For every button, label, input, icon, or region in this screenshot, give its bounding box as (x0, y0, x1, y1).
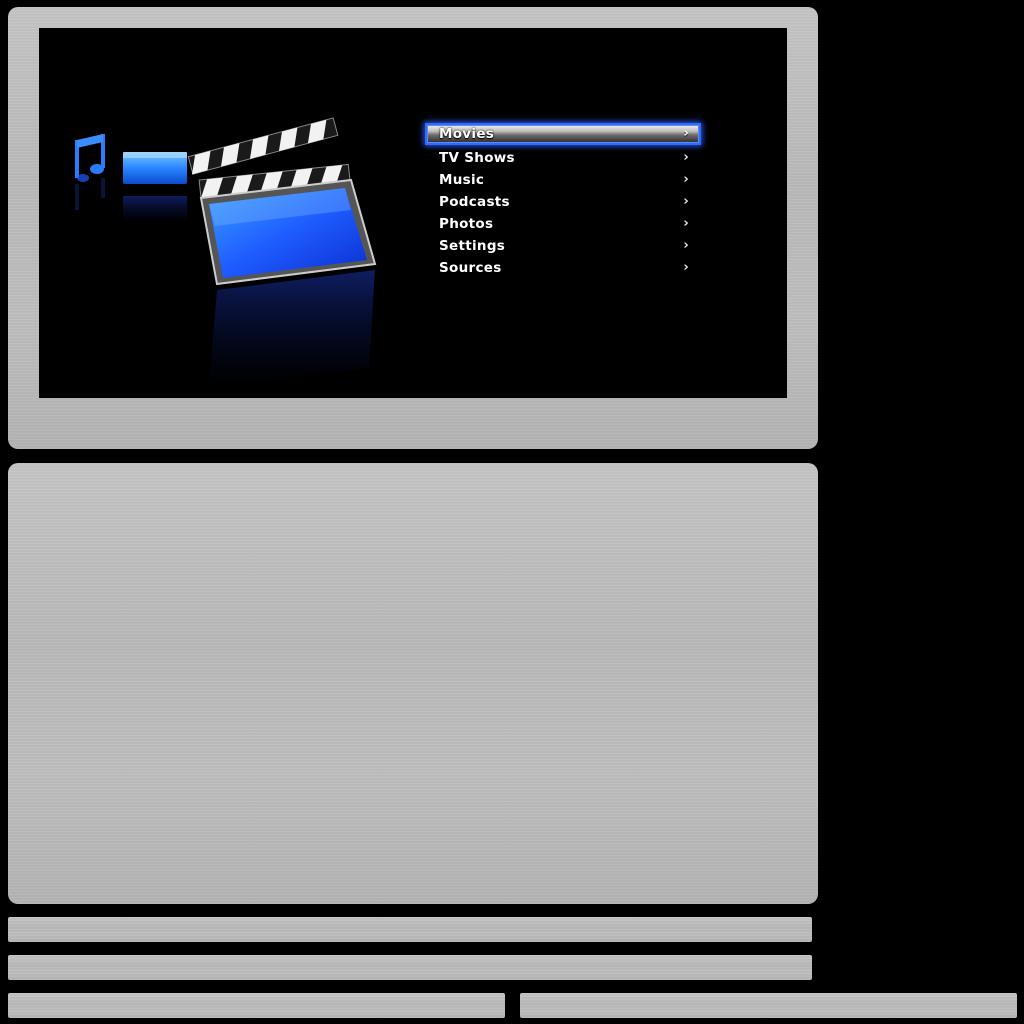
menu-item-label: Settings (439, 238, 506, 254)
menu-item-label: TV Shows (439, 150, 515, 166)
chevron-right-icon: › (683, 216, 689, 231)
menu-item-settings[interactable]: Settings › (425, 235, 701, 257)
menu-item-label: Music (439, 172, 485, 188)
music-note-icon (75, 134, 105, 210)
menu-item-sources[interactable]: Sources › (425, 257, 701, 279)
menu-item-photos[interactable]: Photos › (425, 213, 701, 235)
menu-item-tv-shows[interactable]: TV Shows › (425, 147, 701, 169)
chevron-right-icon: › (683, 126, 689, 141)
tv-screen-icon (123, 152, 187, 222)
tv-screen: Movies › TV Shows › Music › Podcasts › P… (39, 28, 787, 398)
chevron-right-icon: › (683, 172, 689, 187)
menu-item-music[interactable]: Music › (425, 169, 701, 191)
menu-item-podcasts[interactable]: Podcasts › (425, 191, 701, 213)
bottom-panel (8, 463, 818, 904)
menu-item-label: Sources (439, 260, 502, 276)
bar-strip-2 (8, 955, 812, 980)
chevron-right-icon: › (683, 260, 689, 275)
menu-item-label: Podcasts (439, 194, 510, 210)
main-menu: Movies › TV Shows › Music › Podcasts › P… (425, 123, 701, 279)
menu-item-movies[interactable]: Movies › (425, 123, 701, 145)
clapperboard-icon (187, 117, 377, 388)
chevron-right-icon: › (683, 150, 689, 165)
bar-strip-4 (520, 993, 1017, 1018)
chevron-right-icon: › (683, 238, 689, 253)
menu-item-label: Photos (439, 216, 494, 232)
menu-item-label: Movies (439, 126, 495, 142)
bar-strip-1 (8, 917, 812, 942)
bar-strip-3 (8, 993, 505, 1018)
chevron-right-icon: › (683, 194, 689, 209)
